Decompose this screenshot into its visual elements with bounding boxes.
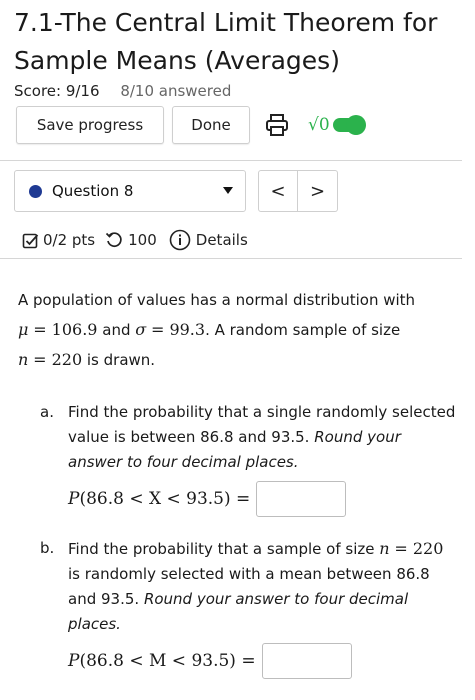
n-value: = 220	[33, 350, 83, 369]
n-symbol: n	[18, 350, 29, 369]
mu-value: = 106.9	[33, 320, 98, 339]
save-progress-button[interactable]: Save progress	[16, 106, 164, 144]
chevron-left-icon: <	[270, 180, 286, 202]
part-a: a. Find the probability that a single ra…	[40, 400, 460, 520]
details-label: Details	[195, 231, 248, 249]
chevron-right-icon: >	[309, 180, 326, 202]
attempts-text: 100	[128, 231, 157, 249]
answered-count: 8/10 answered	[120, 82, 232, 100]
details-button[interactable]: Details	[169, 229, 248, 251]
question-select-value: Question 8	[52, 182, 134, 200]
part-b-expression: P (86.8 < M < 93.5) =	[68, 643, 458, 679]
save-progress-label: Save progress	[36, 116, 144, 134]
part-b-label: b.	[40, 539, 55, 557]
math-toggle[interactable]: √0	[308, 112, 366, 138]
points-info: 0/2 pts	[22, 231, 95, 249]
previous-question-button[interactable]: <	[258, 170, 298, 212]
problem-text-3: is drawn.	[82, 351, 156, 369]
done-label: Done	[191, 116, 231, 134]
print-icon[interactable]	[264, 113, 290, 137]
problem-line-3: n = 220 is drawn.	[18, 345, 463, 375]
done-button[interactable]: Done	[172, 106, 250, 144]
checkbox-icon	[22, 233, 39, 248]
caret-down-icon	[223, 187, 233, 194]
part-a-expr: (86.8 < X < 93.5) =	[79, 488, 251, 509]
score-text: Score: 9/16	[14, 82, 100, 100]
retry-icon	[106, 232, 122, 248]
page-title: 7.1-The Central Limit Theorem for Sample…	[14, 8, 438, 75]
question-meta: 0/2 pts 100 Details	[22, 228, 248, 252]
problem-text-2: . A random sample of size	[205, 321, 401, 339]
and-text: and	[97, 321, 136, 339]
part-a-p: P	[68, 488, 80, 509]
part-a-label: a.	[40, 403, 54, 421]
mu-symbol: μ	[18, 320, 29, 339]
question-status-dot	[29, 184, 42, 198]
problem-line-1: A population of values has a normal dist…	[18, 291, 416, 309]
part-b: b. Find the probability that a sample of…	[40, 536, 460, 686]
part-b-n-symbol: n	[379, 539, 390, 558]
divider	[0, 160, 462, 161]
score-row: Score: 9/16 8/10 answered	[14, 82, 231, 100]
toggle-switch-icon	[332, 115, 366, 135]
problem-line-2: μ = 106.9 and σ = 99.3. A random sample …	[18, 315, 463, 345]
divider	[0, 258, 462, 259]
part-b-p: P	[68, 650, 80, 671]
points-text: 0/2 pts	[43, 231, 96, 249]
sigma-value: = 99.3	[150, 320, 206, 339]
sqrt-icon: √0	[308, 115, 330, 135]
problem-statement: A population of values has a normal dist…	[18, 286, 463, 375]
answer-input-a[interactable]	[256, 481, 347, 517]
attempts-info: 100	[105, 231, 157, 249]
part-b-n-value: = 220	[394, 539, 444, 558]
question-select[interactable]: Question 8	[14, 170, 246, 212]
next-question-button[interactable]: >	[298, 170, 338, 212]
part-b-text-1: Find the probability that a sample of si…	[68, 540, 375, 558]
sigma-symbol: σ	[135, 320, 147, 339]
part-a-expression: P (86.8 < X < 93.5) =	[68, 481, 458, 517]
answer-input-b[interactable]	[261, 643, 352, 679]
part-b-expr: (86.8 < M < 93.5) =	[79, 650, 256, 671]
info-icon	[169, 229, 191, 251]
